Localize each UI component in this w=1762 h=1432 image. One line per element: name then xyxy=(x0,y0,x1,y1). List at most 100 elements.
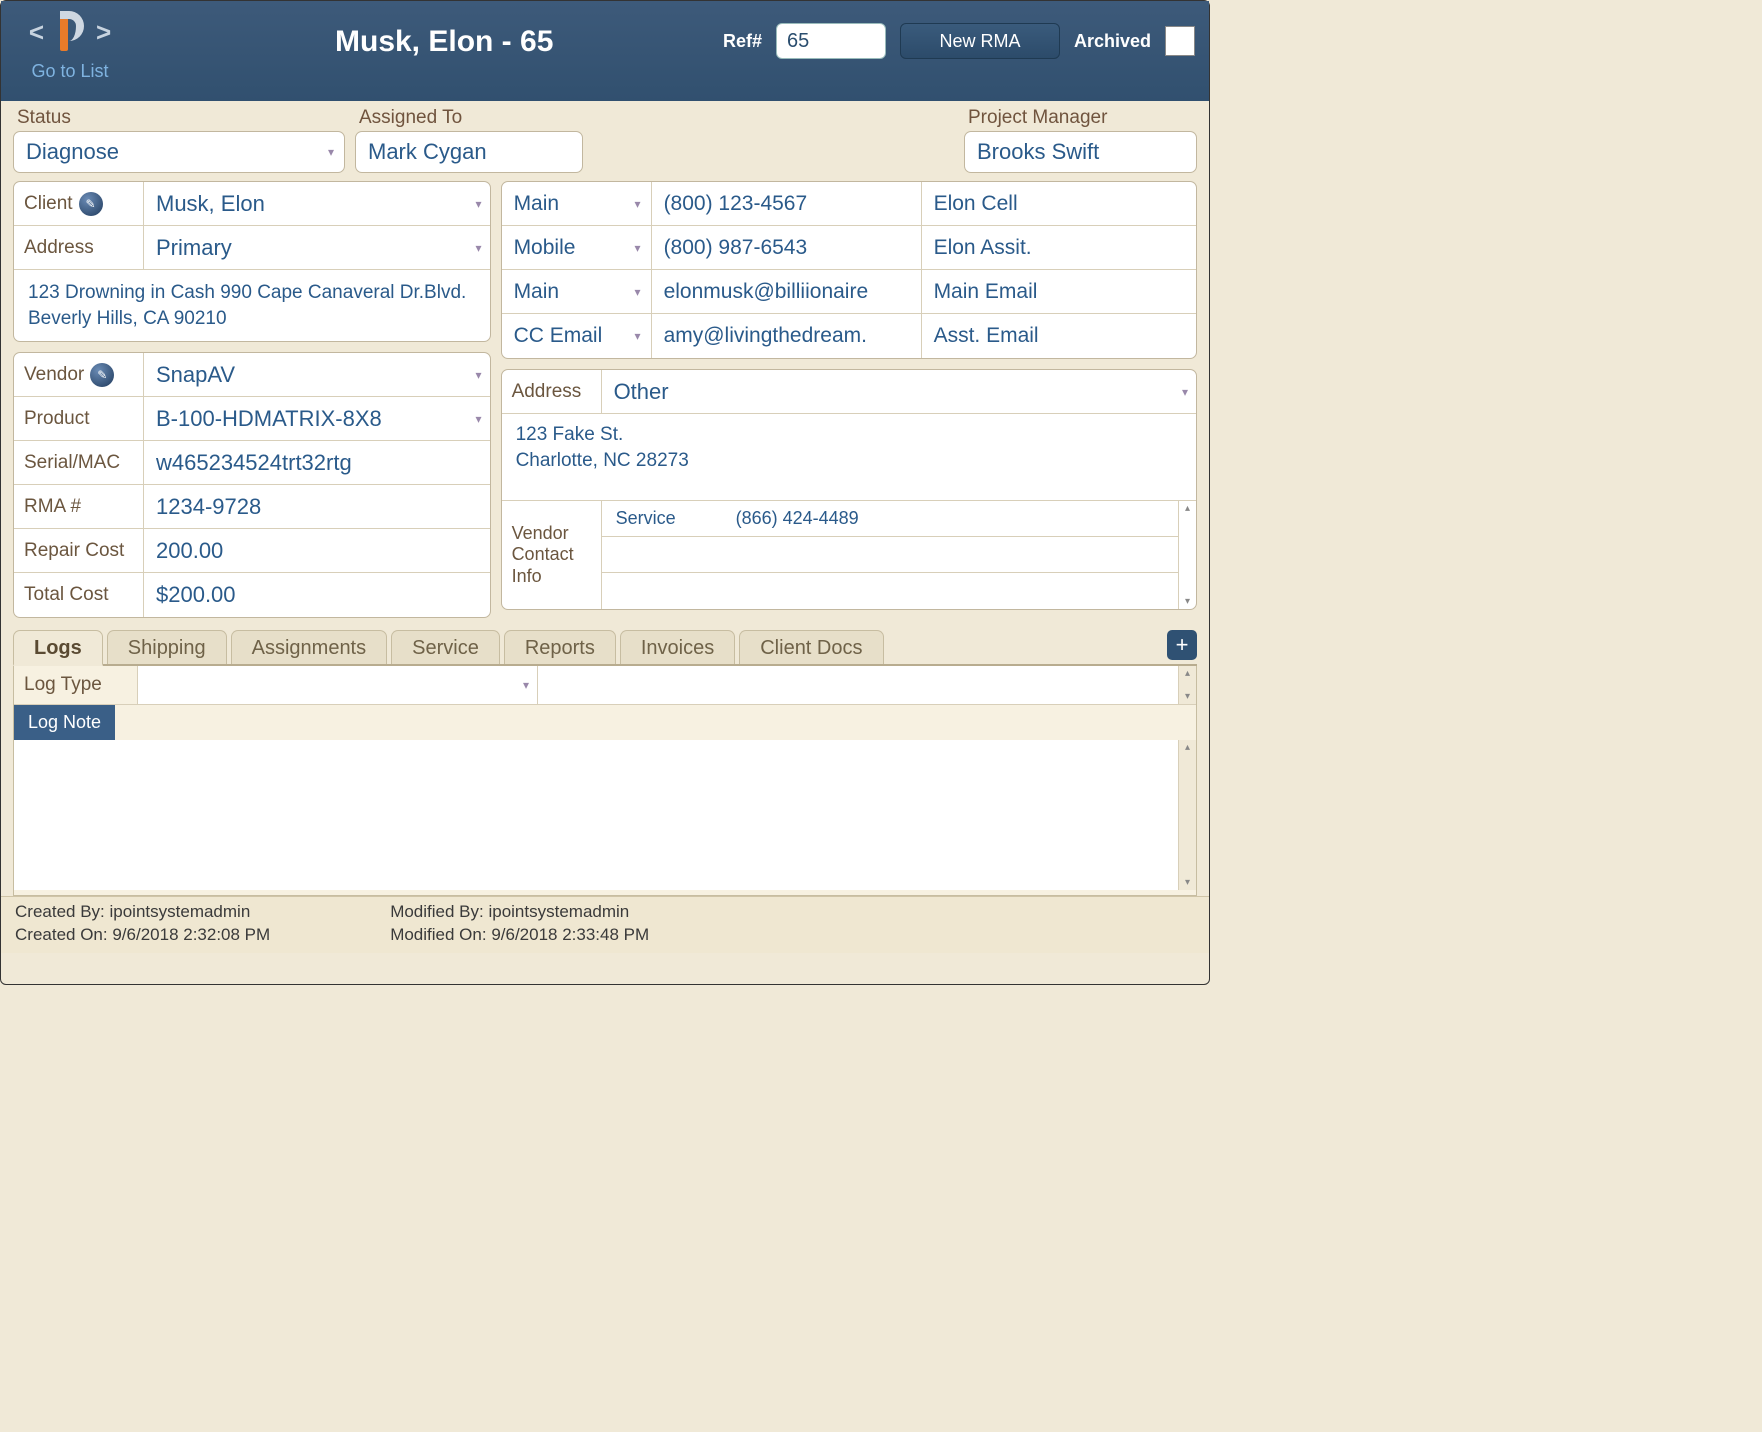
serial-input[interactable]: w465234524trt32rtg xyxy=(144,441,490,484)
tab-logs[interactable]: Logs xyxy=(13,630,103,666)
vendor-addr-select[interactable]: Other ▾ xyxy=(602,370,1196,413)
client-address-label: Address xyxy=(14,226,144,269)
assigned-input[interactable]: Mark Cygan xyxy=(355,131,583,173)
log-type-text[interactable] xyxy=(538,666,1178,704)
log-textarea[interactable] xyxy=(14,740,1178,890)
vendor-select[interactable]: SnapAV ▾ xyxy=(144,353,490,396)
contact-desc[interactable]: Elon Cell xyxy=(922,182,1196,225)
total-cost-value: $200.00 xyxy=(144,573,490,617)
tab-bar: Logs Shipping Assignments Service Report… xyxy=(13,628,1197,666)
tab-body: Log Type ▾ ▴ ▾ Log Note ▴ ▾ xyxy=(13,666,1197,896)
vendor-addr-label: Address xyxy=(502,370,602,413)
scroll-down-icon[interactable]: ▾ xyxy=(1185,596,1190,607)
assigned-value: Mark Cygan xyxy=(368,139,487,165)
contacts-card: Main▾ (800) 123-4567 Elon Cell Mobile▾ (… xyxy=(501,181,1197,359)
contact-row: Mobile▾ (800) 987-6543 Elon Assit. xyxy=(502,226,1196,270)
vendor-address-card: Address Other ▾ 123 Fake St. Charlotte, … xyxy=(501,369,1197,610)
chevron-down-icon: ▾ xyxy=(635,329,641,343)
log-type-select[interactable]: ▾ xyxy=(138,666,538,704)
contact-type-select[interactable]: Main▾ xyxy=(502,182,652,225)
left-column: Client ✎ Musk, Elon ▾ Address Primary ▾ … xyxy=(13,181,491,618)
chevron-down-icon: ▾ xyxy=(1182,385,1188,399)
repair-cost-label: Repair Cost xyxy=(14,529,144,572)
contact-value[interactable]: (800) 123-4567 xyxy=(652,182,922,225)
contact-desc[interactable]: Elon Assit. xyxy=(922,226,1196,269)
contact-type-select[interactable]: Mobile▾ xyxy=(502,226,652,269)
repair-cost-input[interactable]: 200.00 xyxy=(144,529,490,572)
tab-invoices[interactable]: Invoices xyxy=(620,630,735,664)
chevron-down-icon: ▾ xyxy=(476,241,482,255)
client-value: Musk, Elon xyxy=(156,191,265,217)
chevron-down-icon: ▾ xyxy=(635,241,641,255)
product-value: B-100-HDMATRIX-8X8 xyxy=(156,406,382,432)
client-label: Client ✎ xyxy=(14,182,144,225)
contact-type-select[interactable]: CC Email▾ xyxy=(502,314,652,358)
nav-next-icon[interactable]: > xyxy=(96,17,111,48)
tab-reports[interactable]: Reports xyxy=(504,630,616,664)
scroll-up-icon[interactable]: ▴ xyxy=(1185,742,1190,753)
app-header: < > Go to List Musk, Elon - 65 Ref# New … xyxy=(1,1,1209,101)
log-note-button[interactable]: Log Note xyxy=(14,705,115,740)
chevron-down-icon: ▾ xyxy=(328,145,334,159)
tab-assignments[interactable]: Assignments xyxy=(231,630,388,664)
product-select[interactable]: B-100-HDMATRIX-8X8 ▾ xyxy=(144,397,490,440)
nav-prev-icon[interactable]: < xyxy=(29,17,44,48)
edit-icon[interactable]: ✎ xyxy=(79,192,103,216)
client-select[interactable]: Musk, Elon ▾ xyxy=(144,182,490,225)
contact-value[interactable]: amy@livingthedream. xyxy=(652,314,922,358)
contact-row: CC Email▾ amy@livingthedream. Asst. Emai… xyxy=(502,314,1196,358)
vci-row[interactable] xyxy=(602,537,1178,573)
page-title: Musk, Elon - 65 xyxy=(335,25,553,59)
header-right: Ref# New RMA Archived xyxy=(723,23,1195,59)
created-info: Created By: ipointsystemadmin Created On… xyxy=(15,901,270,947)
scrollbar[interactable]: ▴ ▾ xyxy=(1178,666,1196,704)
log-area: ▴ ▾ xyxy=(14,740,1196,890)
tab-shipping[interactable]: Shipping xyxy=(107,630,227,664)
add-tab-button[interactable]: + xyxy=(1167,630,1197,660)
vci-row[interactable]: Service (866) 424-4489 xyxy=(602,501,1178,537)
pm-label: Project Manager xyxy=(968,107,1197,129)
scroll-down-icon[interactable]: ▾ xyxy=(1185,691,1190,702)
nav-cluster: < > Go to List xyxy=(15,9,125,82)
chevron-down-icon: ▾ xyxy=(476,412,482,426)
vci-body: Service (866) 424-4489 xyxy=(602,501,1178,609)
serial-label: Serial/MAC xyxy=(14,441,144,484)
contact-row: Main▾ elonmusk@billiionaire Main Email xyxy=(502,270,1196,314)
archived-label: Archived xyxy=(1074,31,1151,52)
vendor-contact-info: Vendor Contact Info Service (866) 424-44… xyxy=(502,500,1196,609)
scroll-up-icon[interactable]: ▴ xyxy=(1185,668,1190,679)
vci-label: Vendor Contact Info xyxy=(502,501,602,609)
new-rma-button[interactable]: New RMA xyxy=(900,23,1060,59)
scrollbar[interactable]: ▴ ▾ xyxy=(1178,501,1196,609)
ref-input[interactable] xyxy=(776,23,886,59)
contact-desc[interactable]: Asst. Email xyxy=(922,314,1196,358)
go-to-list-link[interactable]: Go to List xyxy=(31,61,108,82)
status-select[interactable]: Diagnose ▾ xyxy=(13,131,345,173)
vci-row[interactable] xyxy=(602,573,1178,609)
edit-icon[interactable]: ✎ xyxy=(90,363,114,387)
scroll-down-icon[interactable]: ▾ xyxy=(1185,877,1190,888)
contact-value[interactable]: (800) 987-6543 xyxy=(652,226,922,269)
tab-client-docs[interactable]: Client Docs xyxy=(739,630,883,664)
log-type-row: Log Type ▾ ▴ ▾ xyxy=(14,666,1196,705)
contact-type-select[interactable]: Main▾ xyxy=(502,270,652,313)
contact-value[interactable]: elonmusk@billiionaire xyxy=(652,270,922,313)
vendor-addr-block: 123 Fake St. Charlotte, NC 28273 xyxy=(502,414,1196,500)
assigned-label: Assigned To xyxy=(359,107,583,129)
client-address-select[interactable]: Primary ▾ xyxy=(144,226,490,269)
pm-input[interactable]: Brooks Swift xyxy=(964,131,1197,173)
vendor-value: SnapAV xyxy=(156,362,235,388)
tab-service[interactable]: Service xyxy=(391,630,500,664)
scroll-up-icon[interactable]: ▴ xyxy=(1185,503,1190,514)
vendor-card: Vendor ✎ SnapAV ▾ Product B-100-HDMATRIX… xyxy=(13,352,491,618)
scrollbar[interactable]: ▴ ▾ xyxy=(1178,740,1196,890)
vci-type: Service xyxy=(616,508,676,529)
contact-desc[interactable]: Main Email xyxy=(922,270,1196,313)
archived-checkbox[interactable] xyxy=(1165,26,1195,56)
main-grid: Client ✎ Musk, Elon ▾ Address Primary ▾ … xyxy=(1,177,1209,622)
status-label: Status xyxy=(17,107,345,129)
product-label: Product xyxy=(14,397,144,440)
contact-row: Main▾ (800) 123-4567 Elon Cell xyxy=(502,182,1196,226)
rma-input[interactable]: 1234-9728 xyxy=(144,485,490,528)
chevron-down-icon: ▾ xyxy=(476,368,482,382)
